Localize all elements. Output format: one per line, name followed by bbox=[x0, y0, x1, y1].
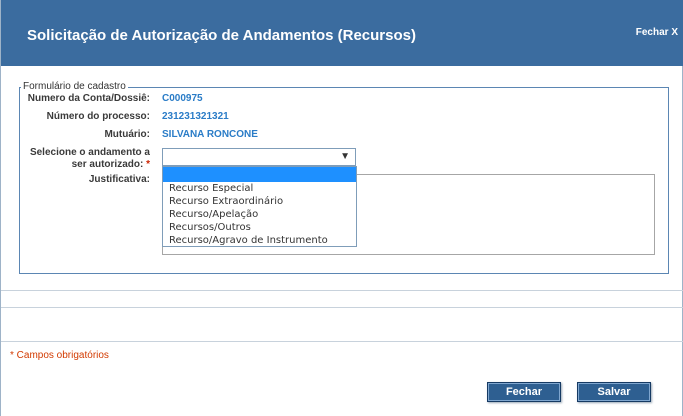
andamento-label: Selecione o andamento a ser autorizado: … bbox=[20, 147, 150, 171]
conta-value: C000975 bbox=[162, 93, 203, 104]
processo-label: Número do processo: bbox=[46, 111, 150, 122]
chevron-down-icon[interactable]: ▼ bbox=[340, 151, 350, 162]
divider bbox=[1, 307, 683, 308]
dropdown-option-blank[interactable] bbox=[163, 167, 356, 182]
conta-label: Numero da Conta/Dossiê: bbox=[27, 93, 150, 104]
justificativa-label: Justificativa: bbox=[88, 174, 150, 185]
close-link[interactable]: Fechar X bbox=[636, 27, 678, 38]
required-mark: * bbox=[146, 159, 150, 170]
dropdown-option-recurso-agravo[interactable]: Recurso/Agravo de Instrumento bbox=[163, 234, 356, 247]
divider bbox=[1, 290, 683, 291]
dialog-title: Solicitação de Autorização de Andamentos… bbox=[27, 27, 416, 44]
dropdown-option-recurso-extraordinario[interactable]: Recurso Extraordinário bbox=[163, 195, 356, 208]
dropdown-option-recurso-apelacao[interactable]: Recurso/Apelação bbox=[163, 208, 356, 221]
mutuario-label: Mutuário: bbox=[104, 129, 150, 140]
dropdown-option-recursos-outros[interactable]: Recursos/Outros bbox=[163, 221, 356, 234]
form-legend: Formulário de cadastro bbox=[21, 81, 128, 92]
close-button[interactable]: Fechar bbox=[487, 382, 561, 402]
andamento-dropdown-list: Recurso Especial Recurso Extraordinário … bbox=[162, 166, 357, 247]
andamento-select[interactable]: ▼ bbox=[162, 148, 356, 166]
mutuario-value: SILVANA RONCONE bbox=[162, 129, 258, 140]
processo-value: 231231321321 bbox=[162, 111, 229, 122]
divider bbox=[1, 341, 683, 342]
required-fields-note: * Campos obrigatórios bbox=[10, 350, 109, 361]
andamento-label-text: Selecione o andamento a ser autorizado: bbox=[29, 147, 150, 170]
dropdown-option-recurso-especial[interactable]: Recurso Especial bbox=[163, 182, 356, 195]
modal-dialog: Solicitação de Autorização de Andamentos… bbox=[0, 0, 683, 416]
dialog-titlebar: Solicitação de Autorização de Andamentos… bbox=[1, 0, 683, 66]
save-button[interactable]: Salvar bbox=[577, 382, 651, 402]
